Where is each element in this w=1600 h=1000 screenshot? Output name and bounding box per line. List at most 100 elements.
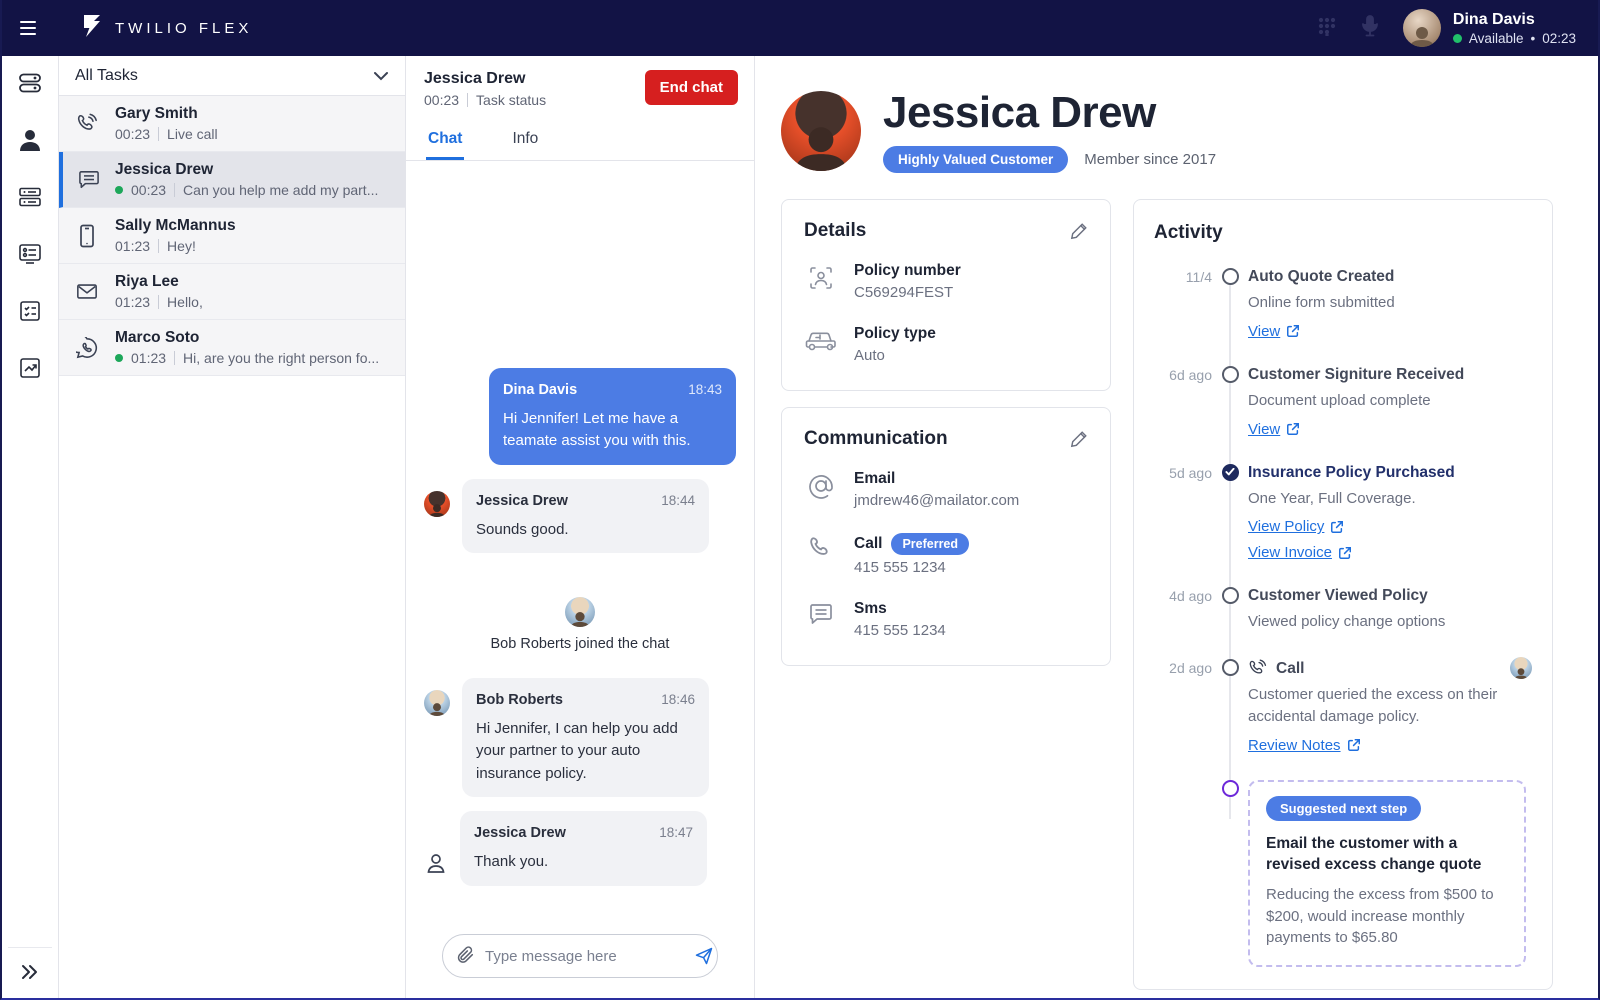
event-title-text: Call	[1276, 659, 1305, 677]
chat-tabs: Chat Info	[406, 122, 754, 161]
agent-user-chip[interactable]: Dina Davis Available • 02:23	[1402, 9, 1576, 47]
task-row-sally-mcmannus[interactable]: Sally McMannus 01:23 Hey!	[59, 208, 405, 264]
person-outline-icon	[424, 851, 448, 880]
edit-communication-button[interactable]	[1070, 430, 1088, 448]
voice-channel-icon	[59, 113, 115, 135]
bubble-header: Jessica Drew 18:44	[476, 491, 695, 513]
joined-user-avatar	[565, 597, 595, 627]
external-link-icon	[1331, 520, 1344, 533]
agent2-avatar	[424, 690, 450, 716]
task-filter-label: All Tasks	[75, 66, 138, 84]
preferred-badge: Preferred	[891, 533, 970, 555]
event-marker	[1212, 268, 1248, 340]
review-notes-link[interactable]: Review Notes	[1248, 737, 1361, 754]
message-bubble: Bob Roberts 18:46 Hi Jennifer, I can hel…	[462, 678, 709, 798]
event-desc: Document upload complete	[1248, 391, 1431, 409]
event-content: Customer Viewed Policy Viewed policy cha…	[1248, 587, 1532, 633]
info-content: Sms 415 555 1234	[854, 600, 946, 639]
tab-info[interactable]: Info	[510, 122, 540, 160]
external-link-icon	[1287, 325, 1300, 338]
rail-item-queues[interactable]	[18, 243, 42, 268]
end-chat-button[interactable]: End chat	[644, 70, 738, 105]
twilio-flex-logo-icon	[81, 14, 103, 43]
activity-event-auto-quote: 11/4 Auto Quote Created Online form subm…	[1154, 268, 1532, 340]
hamburger-menu-button[interactable]	[2, 20, 59, 36]
link-label: View Invoice	[1248, 544, 1332, 562]
online-dot-icon	[115, 186, 123, 194]
top-navbar: TWILIO FLEX Dina Davis Available • 02:23	[2, 0, 1598, 56]
at-sign-icon	[804, 470, 838, 509]
view-link[interactable]: View	[1248, 421, 1300, 438]
task-meta: 01:23 Hi, are you the right person fo...	[115, 350, 379, 366]
meta-divider	[158, 295, 160, 309]
agent-timer: 02:23	[1542, 30, 1576, 46]
tab-chat[interactable]: Chat	[426, 122, 465, 160]
message-input[interactable]	[485, 947, 684, 965]
rail-item-toggles[interactable]	[18, 73, 42, 97]
event-marker	[1212, 463, 1248, 562]
message-list: Dina Davis 18:43 Hi Jennifer! Let me hav…	[406, 161, 754, 998]
event-date: 2d ago	[1169, 660, 1212, 676]
task-time: 01:23	[131, 350, 167, 366]
activity-event-viewed-policy: 4d ago Customer Viewed Policy Viewed pol…	[1154, 587, 1532, 633]
edit-details-button[interactable]	[1070, 222, 1088, 240]
external-link-icon	[1347, 739, 1360, 751]
suggestion-box[interactable]: Suggested next step Email the customer w…	[1248, 779, 1526, 968]
agent-status: Available • 02:23	[1452, 30, 1576, 46]
info-content: Policy number C569294FEST	[854, 262, 961, 301]
event-title: Call	[1248, 659, 1532, 678]
profile-header-text: Jessica Drew Highly Valued Customer Memb…	[883, 88, 1216, 173]
open-circle-icon	[1221, 268, 1239, 285]
task-list-panel: All Tasks Gary Smith 00:23 Live call Jes…	[59, 56, 406, 998]
sms-row: Sms 415 555 1234	[804, 600, 1088, 639]
insights-chart-icon	[19, 357, 41, 384]
status-separator: •	[1530, 30, 1536, 46]
message-bubble: Jessica Drew 18:44 Sounds good.	[462, 478, 709, 553]
rail-item-insights[interactable]	[19, 357, 41, 384]
suggestion-badge: Suggested next step	[1266, 795, 1422, 821]
task-name: Riya Lee	[115, 273, 179, 290]
event-date: 4d ago	[1169, 588, 1212, 605]
rail-item-agent-desktop[interactable]	[18, 129, 42, 154]
send-message-button[interactable]	[694, 946, 714, 966]
chevron-down-icon	[374, 71, 388, 80]
chat-header: Jessica Drew 00:23 Task status End chat	[406, 56, 754, 108]
customer-name-title: Jessica Drew	[883, 88, 1156, 137]
bubble-header: Jessica Drew 18:47	[474, 823, 693, 845]
view-link[interactable]: View	[1248, 323, 1300, 340]
double-chevron-right-icon	[22, 965, 37, 979]
rail-item-task-list[interactable]	[18, 187, 42, 211]
id-scan-icon	[804, 262, 838, 301]
view-policy-link[interactable]: View Policy	[1248, 518, 1344, 535]
task-row-marco-soto[interactable]: Marco Soto 01:23 Hi, are you the right p…	[59, 320, 405, 376]
pencil-icon	[1070, 431, 1087, 448]
message-outbound: Dina Davis 18:43 Hi Jennifer! Let me hav…	[489, 368, 736, 465]
task-filter-dropdown[interactable]: All Tasks	[59, 56, 405, 96]
task-meta: 01:23 Hey!	[115, 238, 236, 254]
expand-rail-button[interactable]	[2, 948, 58, 998]
microphone-icon	[1361, 14, 1379, 42]
task-time: 00:23	[131, 182, 167, 198]
chat-task-time: 00:23	[424, 92, 460, 108]
link-label: Review Notes	[1248, 736, 1341, 754]
task-body: Marco Soto 01:23 Hi, are you the right p…	[115, 329, 379, 366]
message-author: Dina Davis	[503, 382, 578, 398]
message-time: 18:46	[661, 692, 695, 707]
task-row-jessica-drew[interactable]: Jessica Drew 00:23 Can you help me add m…	[59, 152, 405, 208]
link-label: View	[1248, 322, 1281, 340]
online-dot-icon	[115, 354, 123, 362]
meta-divider	[467, 93, 469, 107]
rail-item-checklist[interactable]	[19, 300, 41, 325]
message-inbound: Jessica Drew 18:47 Thank you.	[424, 811, 736, 886]
view-invoice-link[interactable]: View Invoice	[1248, 544, 1352, 561]
customer-value-badge: Highly Valued Customer	[883, 146, 1069, 173]
message-text: Hi Jennifer! Let me have a teamate assis…	[503, 409, 691, 450]
message-text: Sounds good.	[476, 520, 569, 538]
task-time: 01:23	[115, 294, 151, 310]
task-row-riya-lee[interactable]: Riya Lee 01:23 Hello,	[59, 264, 405, 320]
message-bubble: Jessica Drew 18:47 Thank you.	[460, 811, 707, 886]
system-message-text: Bob Roberts joined the chat	[490, 636, 670, 652]
suggestion-desc: Reducing the excess from $500 to $200, w…	[1266, 885, 1494, 947]
message-time: 18:47	[659, 825, 693, 841]
task-row-gary-smith[interactable]: Gary Smith 00:23 Live call	[59, 96, 405, 152]
